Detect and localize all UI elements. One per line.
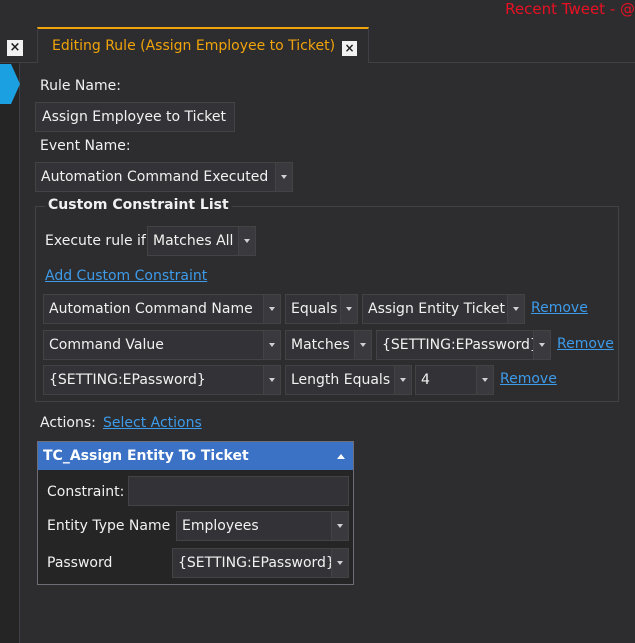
dropdown-arrow-icon[interactable] — [533, 331, 550, 359]
constraint-value-dropdown[interactable]: Assign Entity Ticket — [362, 294, 525, 324]
constraint-operator-value: Matches — [291, 337, 350, 353]
add-custom-constraint-link[interactable]: Add Custom Constraint — [45, 268, 207, 284]
close-icon[interactable]: × — [7, 40, 23, 56]
constraint-field-value: {SETTING:EPassword} — [49, 372, 206, 388]
dropdown-arrow-icon[interactable] — [263, 366, 280, 394]
remove-constraint-link[interactable]: Remove — [531, 300, 588, 316]
constraint-operator-value: Equals — [291, 301, 338, 317]
remove-constraint-link[interactable]: Remove — [557, 336, 614, 352]
event-name-dropdown[interactable]: Automation Command Executed — [35, 162, 293, 192]
select-actions-link[interactable]: Select Actions — [103, 415, 202, 431]
dropdown-arrow-icon[interactable] — [340, 295, 357, 323]
rule-name-input[interactable]: Assign Employee to Ticket — [35, 102, 235, 132]
constraint-field-dropdown[interactable]: {SETTING:EPassword} — [43, 365, 281, 395]
constraint-value-text: 4 — [421, 372, 430, 388]
entity-type-value: Employees — [182, 518, 259, 534]
dropdown-arrow-icon[interactable] — [507, 295, 524, 323]
execute-rule-label: Execute rule if — [45, 233, 146, 249]
dropdown-arrow-icon[interactable] — [476, 366, 493, 394]
action-panel-header[interactable]: TC_Assign Entity To Ticket — [38, 442, 353, 470]
dropdown-arrow-icon[interactable] — [238, 227, 255, 255]
dropdown-arrow-icon[interactable] — [331, 549, 348, 577]
left-dock-edge — [0, 63, 20, 643]
constraint-value-text: Assign Entity Ticket — [368, 301, 506, 317]
password-label: Password — [47, 555, 113, 571]
custom-constraint-title: Custom Constraint List — [45, 197, 232, 213]
rule-name-label: Rule Name: — [40, 78, 121, 94]
dropdown-arrow-icon[interactable] — [394, 366, 411, 394]
collapse-icon[interactable] — [337, 454, 345, 459]
constraint-field-value: Automation Command Name — [49, 301, 253, 317]
constraint-operator-dropdown[interactable]: Equals — [285, 294, 358, 324]
dropdown-arrow-icon[interactable] — [263, 295, 280, 323]
remove-constraint-link[interactable]: Remove — [500, 371, 557, 387]
constraint-field-dropdown[interactable]: Automation Command Name — [43, 294, 281, 324]
password-value: {SETTING:EPassword} — [178, 555, 335, 571]
close-icon[interactable]: × — [342, 41, 357, 56]
constraint-value-text: {SETTING:EPassword} — [382, 337, 539, 353]
constraint-operator-dropdown[interactable]: Matches — [285, 330, 372, 360]
tab-editing-rule[interactable]: Editing Rule (Assign Employee to Ticket)… — [37, 27, 369, 63]
constraint-value-dropdown[interactable]: {SETTING:EPassword} — [376, 330, 551, 360]
actions-label: Actions: — [40, 415, 96, 431]
constraint-operator-value: Length Equals — [291, 372, 391, 388]
event-name-label: Event Name: — [40, 138, 131, 154]
entity-type-label: Entity Type Name — [47, 518, 171, 534]
dropdown-arrow-icon[interactable] — [275, 163, 292, 191]
action-panel-title: TC_Assign Entity To Ticket — [43, 448, 249, 464]
dropdown-arrow-icon[interactable] — [263, 331, 280, 359]
execute-rule-dropdown[interactable]: Matches All — [147, 226, 256, 256]
entity-type-dropdown[interactable]: Employees — [176, 511, 349, 541]
event-name-value: Automation Command Executed — [41, 169, 269, 185]
execute-rule-value: Matches All — [153, 233, 234, 249]
constraint-field-dropdown[interactable]: Command Value — [43, 330, 281, 360]
constraint-field-value: Command Value — [49, 337, 164, 353]
constraint-input[interactable] — [128, 476, 349, 506]
dropdown-arrow-icon[interactable] — [354, 331, 371, 359]
tab-title: Editing Rule (Assign Employee to Ticket) — [52, 38, 336, 54]
constraint-label: Constraint: — [47, 484, 125, 500]
recent-tweet-label: Recent Tweet - @ — [505, 0, 635, 18]
constraint-value-dropdown[interactable]: 4 — [415, 365, 494, 395]
password-dropdown[interactable]: {SETTING:EPassword} — [172, 548, 349, 578]
constraint-operator-dropdown[interactable]: Length Equals — [285, 365, 412, 395]
dropdown-arrow-icon[interactable] — [331, 512, 348, 540]
